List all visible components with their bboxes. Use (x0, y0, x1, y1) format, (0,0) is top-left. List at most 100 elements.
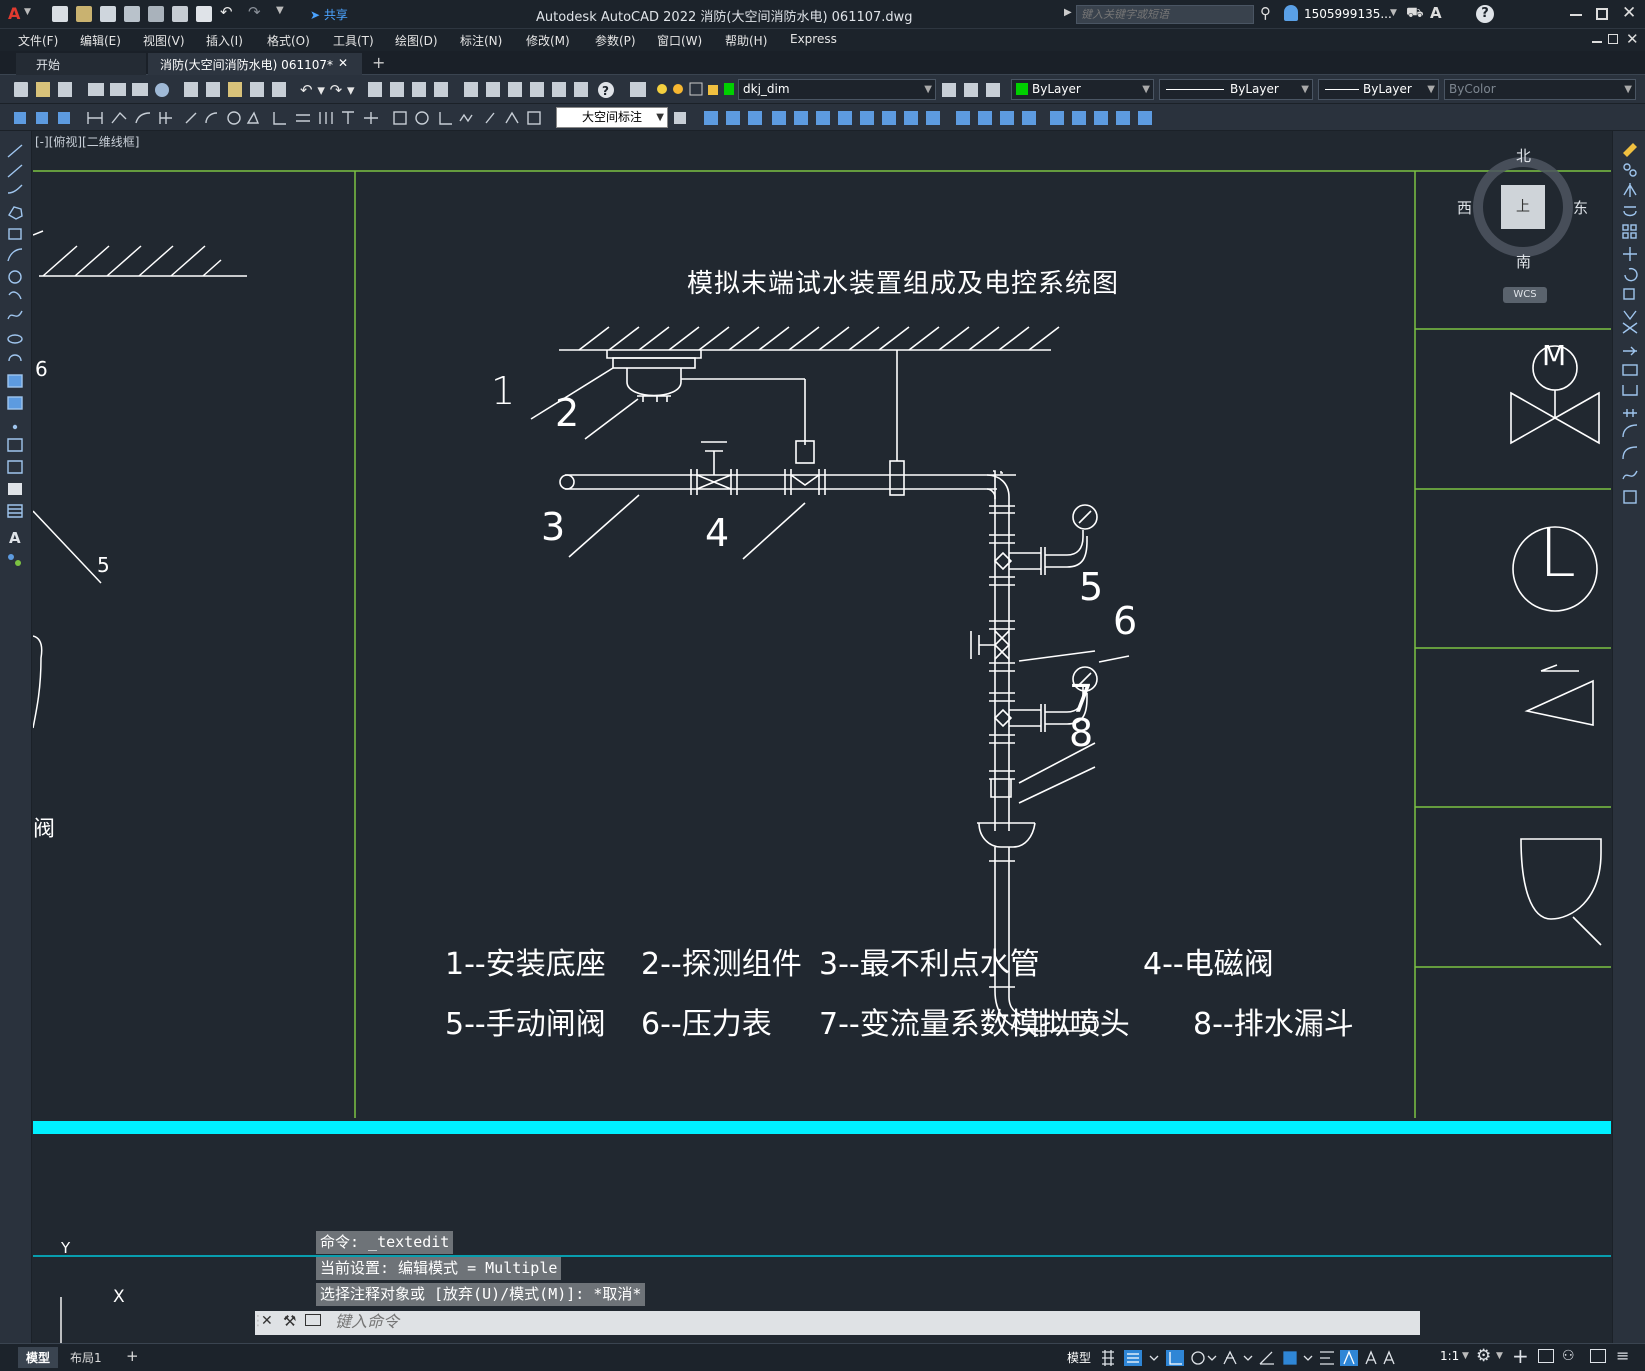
fullscreen-icon[interactable] (1590, 1349, 1606, 1363)
menu-file[interactable]: 文件(F) (18, 32, 58, 49)
doc-minimize-icon[interactable] (1592, 41, 1602, 43)
viewcube-west[interactable]: 西 (1457, 197, 1472, 218)
ceiling-hatch-line (728, 326, 760, 351)
layer-state-icons[interactable] (654, 80, 734, 100)
print-icon[interactable] (196, 6, 212, 22)
app-menu-button[interactable]: A (8, 4, 20, 23)
left-fragment-5: 5 (97, 553, 110, 577)
model-space-button[interactable]: 模型 (1067, 1349, 1091, 1366)
wcs-button[interactable]: WCS (1503, 287, 1547, 303)
help-icon[interactable]: ? (1476, 5, 1494, 23)
tab-drawing-label: 消防(大空间消防水电) 061107* (160, 58, 333, 72)
menu-tools[interactable]: 工具(T) (333, 32, 374, 49)
chevron-down-icon[interactable]: ▼ (1462, 1351, 1469, 1361)
menu-dimension[interactable]: 标注(N) (460, 32, 502, 49)
share-button[interactable]: ➤ 共享 (310, 6, 348, 23)
svg-text:?: ? (602, 84, 609, 98)
ceiling-hatch-line (578, 326, 610, 351)
dimstyle-dropdown[interactable]: 大空间标注 ▼ (556, 107, 668, 128)
cart-icon[interactable]: ⛟ (1406, 5, 1424, 23)
menu-format[interactable]: 格式(O) (267, 32, 310, 49)
svg-text:A: A (9, 529, 21, 547)
close-command-icon[interactable]: ✕ (261, 1313, 273, 1329)
search-icon[interactable]: ⚲ (1260, 4, 1271, 22)
ceiling-hatch-line (788, 326, 820, 351)
user-name[interactable]: 1505999135... (1304, 7, 1392, 21)
viewcube-south[interactable]: 南 (1516, 251, 1531, 272)
menu-draw[interactable]: 绘图(D) (395, 32, 438, 49)
new-file-icon[interactable] (52, 6, 68, 22)
legend-item-5: 5--手动闸阀 (445, 1007, 606, 1042)
linetype-dropdown[interactable]: ByLayer ▼ (1159, 79, 1313, 100)
lineweight-dropdown[interactable]: ByLayer ▼ (1318, 79, 1439, 100)
document-tabs: 开始 消防(大空间消防水电) 061107* ✕ + (0, 51, 1645, 75)
dimension-toolbar-icons[interactable] (8, 109, 578, 127)
chevron-right-icon[interactable]: ▶ (1064, 7, 1072, 18)
tab-close-icon[interactable]: ✕ (338, 56, 348, 70)
plot-preview-icon[interactable] (172, 6, 188, 22)
tab-model[interactable]: 模型 (18, 1347, 59, 1368)
close-icon[interactable]: ✕ (1622, 3, 1636, 23)
chevron-down-icon[interactable]: ▼ (1390, 8, 1397, 18)
autodesk-app-icon[interactable]: A (1430, 4, 1442, 22)
menu-edit[interactable]: 编辑(E) (80, 32, 121, 49)
modify-tool-icons[interactable] (1621, 139, 1641, 519)
layer-dropdown[interactable]: dkj_dim ▼ (738, 79, 936, 100)
publish-icon[interactable] (148, 6, 164, 22)
layer-tools-icons[interactable] (940, 81, 1006, 99)
menu-parametric[interactable]: 参数(P) (595, 32, 636, 49)
viewcube-north[interactable]: 北 (1516, 145, 1531, 166)
plotstyle-dropdown[interactable]: ByColor ▼ (1444, 79, 1636, 100)
customize-wrench-icon[interactable]: ⚒ (283, 1312, 296, 1330)
open-file-icon[interactable] (76, 6, 92, 22)
tab-layout1[interactable]: 布局1 (70, 1349, 102, 1366)
command-history-line-1: 命令: _textedit (316, 1231, 454, 1254)
tab-start[interactable]: 开始 (16, 53, 146, 75)
maximize-icon[interactable] (1596, 8, 1608, 20)
command-input[interactable] (335, 1312, 1405, 1334)
viewcube-top-face[interactable]: 上 (1501, 185, 1545, 229)
menu-view[interactable]: 视图(V) (143, 32, 185, 49)
new-tab-button[interactable]: + (372, 53, 385, 72)
redo-icon[interactable]: ↷ (248, 3, 261, 21)
save-as-icon[interactable] (124, 6, 140, 22)
tab-drawing[interactable]: 消防(大空间消防水电) 061107* ✕ (148, 53, 362, 75)
plus-icon[interactable]: + (1512, 1344, 1529, 1368)
menu-express[interactable]: Express (790, 32, 837, 46)
drafting-status-icons[interactable] (1100, 1348, 1440, 1368)
doc-restore-icon[interactable] (1608, 34, 1618, 44)
viewcube-east[interactable]: 东 (1573, 197, 1588, 218)
doc-close-icon[interactable]: ✕ (1626, 30, 1639, 48)
menu-insert[interactable]: 插入(I) (206, 32, 243, 49)
menu-help[interactable]: 帮助(H) (725, 32, 767, 49)
menu-modify[interactable]: 修改(M) (526, 32, 570, 49)
undo-icon[interactable]: ↶ (220, 3, 233, 21)
customization-menu-icon[interactable]: ≡ (1616, 1346, 1629, 1365)
hardware-accel-icon[interactable]: ⚇ (1562, 1348, 1575, 1364)
add-layout-button[interactable]: + (126, 1347, 139, 1365)
chevron-down-icon[interactable]: ▼ (1496, 1351, 1503, 1361)
annotation-scale[interactable]: 1:1 (1440, 1349, 1459, 1363)
ceiling-hatch-line (1028, 326, 1060, 351)
chevron-down-icon[interactable]: ▼ (24, 7, 31, 17)
user-icon[interactable] (1284, 5, 1298, 21)
legend-item-2: 2--探测组件 (641, 947, 802, 982)
recent-commands-icon[interactable] (305, 1314, 321, 1326)
viewcube[interactable]: 上 北 南 西 东 (1457, 145, 1588, 271)
modify-toolbar (1612, 131, 1645, 1343)
legend-item-6: 6--压力表 (641, 1007, 772, 1042)
modify-toolbar-icons[interactable] (672, 109, 1162, 127)
drawing-canvas[interactable]: [-][俯视][二维线框] 上 北 南 西 东 WCS 模拟末端试水装置组成及电… (33, 131, 1611, 1343)
standard-toolbar-icons[interactable]: ↶ ▾ ↷ ▾ ? (8, 81, 658, 99)
color-dropdown[interactable]: ByLayer ▼ (1011, 79, 1154, 100)
minimize-icon[interactable] (1570, 14, 1582, 16)
search-input[interactable] (1076, 5, 1254, 24)
gear-icon[interactable]: ⚙ (1476, 1346, 1491, 1366)
draw-tool-icons[interactable]: A (6, 143, 28, 613)
save-icon[interactable] (100, 6, 116, 22)
workspace-dropdown-icon[interactable]: ▼ (276, 5, 284, 16)
ceiling-hatch-line (818, 326, 850, 351)
menu-window[interactable]: 窗口(W) (657, 32, 702, 49)
motor-symbol-label: M (1542, 339, 1567, 372)
isolate-objects-icon[interactable] (1538, 1349, 1554, 1363)
